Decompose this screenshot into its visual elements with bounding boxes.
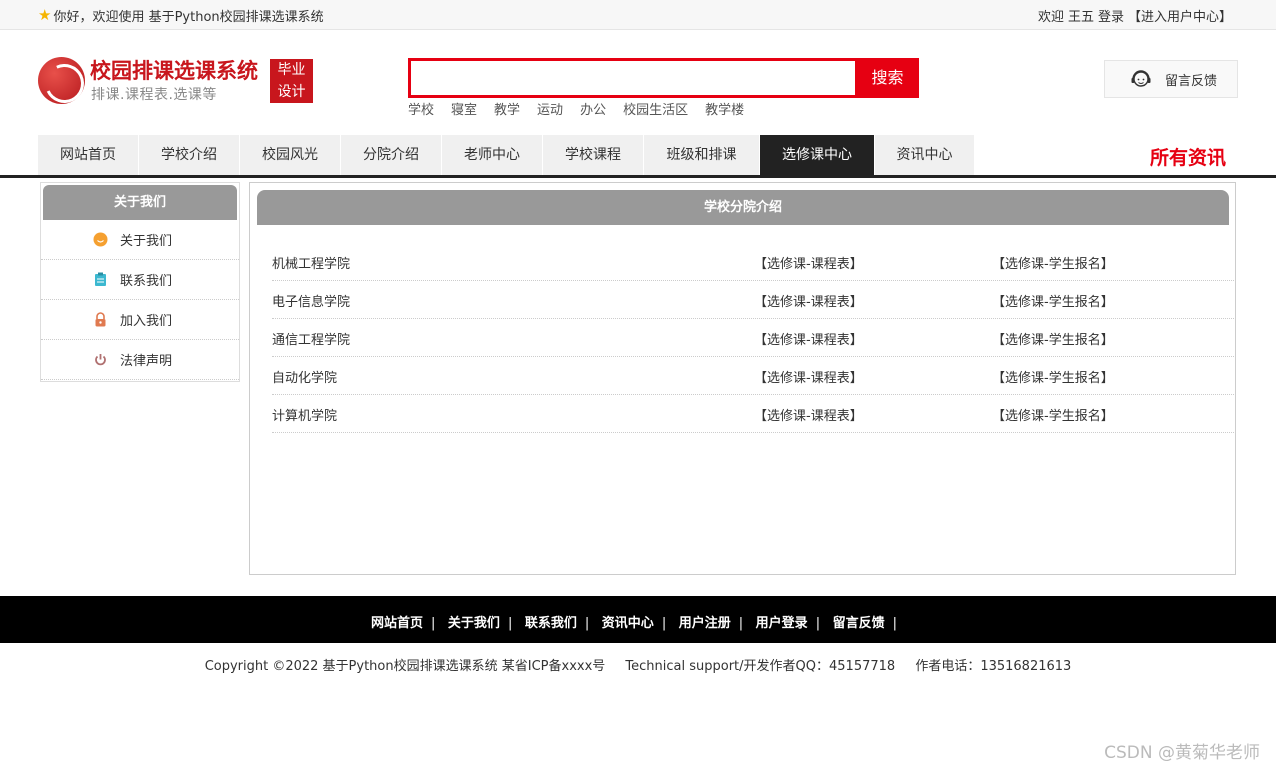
elective-schedule-link[interactable]: 【选修课-课程表】 bbox=[754, 329, 863, 348]
sidebar-item-join[interactable]: 加入我们 bbox=[41, 300, 239, 340]
elective-signup-link[interactable]: 【选修课-学生报名】 bbox=[992, 405, 1114, 424]
greeting-text: 欢迎 bbox=[1037, 10, 1064, 25]
hot-word[interactable]: 学校 bbox=[408, 99, 434, 118]
nav-item-class-schedule[interactable]: 班级和排课 bbox=[644, 135, 760, 175]
star-icon: ★ bbox=[38, 6, 52, 24]
nav-item-campus-scenery[interactable]: 校园风光 bbox=[240, 135, 341, 175]
footer-links: 网站首页 | 关于我们 | 联系我们 | 资讯中心 | 用户注册 | 用户登录 | 留言反馈… bbox=[370, 616, 898, 631]
hot-word[interactable]: 办公 bbox=[580, 99, 606, 118]
copyright-text: Copyright ©2022 基于Python校园排课选课系统 某省ICP备x… bbox=[204, 659, 606, 674]
logo-icon[interactable] bbox=[38, 57, 85, 104]
college-name[interactable]: 通信工程学院 bbox=[272, 329, 350, 348]
badge-line-1: 毕业 bbox=[277, 62, 306, 78]
welcome-area: ★ 你好，欢迎使用 基于Python校园排课选课系统 bbox=[38, 6, 324, 26]
welcome-text: 你好，欢迎使用 基于Python校园排课选课系统 bbox=[53, 10, 324, 25]
username-link[interactable]: 王五 bbox=[1068, 6, 1094, 25]
watermark: CSDN @黄菊华老师 bbox=[1104, 743, 1260, 763]
hot-word[interactable]: 教学 bbox=[494, 99, 520, 118]
footer-link-login[interactable]: 用户登录 bbox=[756, 616, 808, 631]
site-title[interactable]: 校园排课选课系统 bbox=[90, 55, 258, 85]
copyright-line: Copyright ©2022 基于Python校园排课选课系统 某省ICP备x… bbox=[0, 655, 1276, 674]
clipboard-icon bbox=[93, 272, 108, 287]
college-name[interactable]: 电子信息学院 bbox=[272, 291, 350, 310]
nav-item-colleges[interactable]: 分院介绍 bbox=[341, 135, 442, 175]
sidebar: 关于我们 关于我们 联系我们 加入我们 法律声明 bbox=[40, 182, 240, 382]
phone-text: 作者电话：13516821613 bbox=[915, 659, 1072, 674]
support-text: Technical support/开发作者QQ：45157718 bbox=[625, 659, 896, 674]
sidebar-item-label: 法律声明 bbox=[120, 354, 173, 369]
search-input[interactable] bbox=[411, 61, 855, 95]
main-panel: 学校分院介绍 机械工程学院 【选修课-课程表】 【选修课-学生报名】 电子信息学… bbox=[249, 182, 1236, 575]
footer-link-register[interactable]: 用户注册 bbox=[679, 616, 731, 631]
graduation-badge: 毕业 设计 bbox=[270, 59, 313, 103]
college-name[interactable]: 自动化学院 bbox=[272, 367, 337, 386]
hot-word[interactable]: 校园生活区 bbox=[623, 99, 688, 118]
user-area: 欢迎 王五 登录 【进入用户中心】 bbox=[1038, 6, 1232, 25]
power-icon bbox=[93, 352, 108, 367]
sidebar-item-contact[interactable]: 联系我们 bbox=[41, 260, 239, 300]
college-name[interactable]: 计算机学院 bbox=[272, 405, 337, 424]
login-link[interactable]: 登录 bbox=[1098, 6, 1124, 25]
badge-line-2: 设计 bbox=[277, 84, 306, 100]
all-news-link[interactable]: 所有资讯 bbox=[1150, 143, 1226, 170]
sidebar-item-label: 联系我们 bbox=[120, 274, 173, 289]
elective-schedule-link[interactable]: 【选修课-课程表】 bbox=[754, 405, 863, 424]
sidebar-title: 关于我们 bbox=[43, 185, 237, 220]
footer-link-about[interactable]: 关于我们 bbox=[448, 616, 500, 631]
elective-signup-link[interactable]: 【选修课-学生报名】 bbox=[992, 291, 1114, 310]
sidebar-item-legal[interactable]: 法律声明 bbox=[41, 340, 239, 380]
college-name[interactable]: 机械工程学院 bbox=[272, 253, 350, 272]
nav-divider bbox=[0, 175, 1276, 178]
hot-word[interactable]: 寝室 bbox=[451, 99, 477, 118]
list-item: 计算机学院 【选修课-课程表】 【选修课-学生报名】 bbox=[272, 395, 1234, 433]
hot-words: 学校 寝室 教学 运动 办公 校园生活区 教学楼 bbox=[408, 99, 761, 118]
panel-title: 学校分院介绍 bbox=[257, 190, 1229, 225]
smile-icon bbox=[93, 232, 108, 247]
footer-link-contact[interactable]: 联系我们 bbox=[525, 616, 577, 631]
elective-signup-link[interactable]: 【选修课-学生报名】 bbox=[992, 253, 1114, 272]
feedback-button[interactable]: 留言反馈 bbox=[1104, 60, 1238, 98]
footer-link-news[interactable]: 资讯中心 bbox=[602, 616, 654, 631]
elective-signup-link[interactable]: 【选修课-学生报名】 bbox=[992, 329, 1114, 348]
nav-item-teacher-center[interactable]: 老师中心 bbox=[442, 135, 543, 175]
nav-item-news-center[interactable]: 资讯中心 bbox=[875, 135, 975, 175]
main-nav: 网站首页 学校介绍 校园风光 分院介绍 老师中心 学校课程 班级和排课 选修课中… bbox=[38, 135, 975, 175]
sidebar-item-label: 加入我们 bbox=[120, 314, 173, 329]
feedback-label: 留言反馈 bbox=[1165, 73, 1218, 89]
nav-item-elective-center[interactable]: 选修课中心 bbox=[760, 135, 875, 175]
sidebar-item-about[interactable]: 关于我们 bbox=[41, 220, 239, 260]
nav-item-courses[interactable]: 学校课程 bbox=[543, 135, 644, 175]
footer: 网站首页 | 关于我们 | 联系我们 | 资讯中心 | 用户注册 | 用户登录 | 留言反馈… bbox=[0, 596, 1276, 643]
hot-word[interactable]: 运动 bbox=[537, 99, 563, 118]
site-subtitle: 排课.课程表.选课等 bbox=[91, 87, 217, 103]
elective-schedule-link[interactable]: 【选修课-课程表】 bbox=[754, 367, 863, 386]
headset-icon bbox=[1131, 70, 1151, 87]
elective-schedule-link[interactable]: 【选修课-课程表】 bbox=[754, 253, 863, 272]
hot-word[interactable]: 教学楼 bbox=[705, 99, 744, 118]
college-list: 机械工程学院 【选修课-课程表】 【选修课-学生报名】 电子信息学院 【选修课-… bbox=[272, 243, 1234, 433]
search-box bbox=[408, 58, 858, 98]
nav-item-home[interactable]: 网站首页 bbox=[38, 135, 139, 175]
lock-icon bbox=[93, 312, 108, 327]
list-item: 电子信息学院 【选修课-课程表】 【选修课-学生报名】 bbox=[272, 281, 1234, 319]
list-item: 机械工程学院 【选修课-课程表】 【选修课-学生报名】 bbox=[272, 243, 1234, 281]
elective-signup-link[interactable]: 【选修课-学生报名】 bbox=[992, 367, 1114, 386]
footer-link-feedback[interactable]: 留言反馈 bbox=[833, 616, 885, 631]
sidebar-item-label: 关于我们 bbox=[120, 234, 173, 249]
elective-schedule-link[interactable]: 【选修课-课程表】 bbox=[754, 291, 863, 310]
nav-item-school-intro[interactable]: 学校介绍 bbox=[139, 135, 240, 175]
list-item: 自动化学院 【选修课-课程表】 【选修课-学生报名】 bbox=[272, 357, 1234, 395]
top-bar: ★ 你好，欢迎使用 基于Python校园排课选课系统 欢迎 王五 登录 【进入用… bbox=[0, 0, 1276, 30]
user-center-link[interactable]: 【进入用户中心】 bbox=[1128, 6, 1232, 25]
footer-link-home[interactable]: 网站首页 bbox=[371, 616, 423, 631]
list-item: 通信工程学院 【选修课-课程表】 【选修课-学生报名】 bbox=[272, 319, 1234, 357]
search-button[interactable]: 搜索 bbox=[856, 58, 919, 98]
